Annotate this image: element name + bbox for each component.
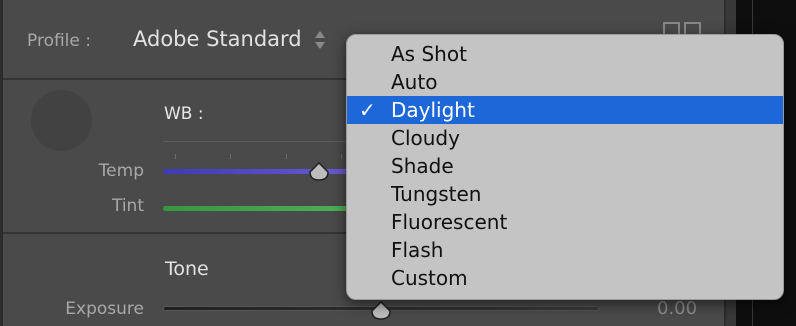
exposure-value[interactable]: 0.00 <box>657 298 697 319</box>
tone-label: Tone <box>165 258 209 280</box>
menu-item-label: Custom <box>391 266 468 290</box>
menu-item-as-shot[interactable]: As Shot <box>347 40 783 68</box>
menu-item-fluorescent[interactable]: Fluorescent <box>347 208 783 236</box>
exposure-slider-thumb[interactable] <box>370 301 392 321</box>
tint-slider-track[interactable] <box>163 206 353 211</box>
menu-item-flash[interactable]: Flash <box>347 236 783 264</box>
menu-item-custom[interactable]: Custom <box>347 264 783 292</box>
profile-label: Profile : <box>27 31 91 51</box>
menu-item-label: Cloudy <box>391 126 460 150</box>
checkmark-icon: ✓ <box>359 98 376 122</box>
menu-item-cloudy[interactable]: Cloudy <box>347 124 783 152</box>
temp-tick <box>341 154 342 159</box>
menu-item-label: Shade <box>391 154 454 178</box>
menu-item-tungsten[interactable]: Tungsten <box>347 180 783 208</box>
exposure-label: Exposure <box>65 299 144 319</box>
temp-slider-thumb[interactable] <box>308 162 330 182</box>
wb-label: WB : <box>164 104 204 124</box>
temp-label: Temp <box>98 161 144 181</box>
wb-preset-menu: As Shot Auto ✓ Daylight Cloudy Shade Tun… <box>346 34 784 300</box>
menu-item-label: Tungsten <box>391 182 482 206</box>
temp-tick <box>175 154 176 159</box>
tint-label: Tint <box>111 196 144 216</box>
menu-item-label: Fluorescent <box>391 210 508 234</box>
menu-item-auto[interactable]: Auto <box>347 68 783 96</box>
menu-item-shade[interactable]: Shade <box>347 152 783 180</box>
temp-tick <box>286 154 287 159</box>
menu-item-label: Flash <box>391 238 444 262</box>
temp-tick <box>230 154 231 159</box>
menu-item-label: As Shot <box>391 42 467 66</box>
wb-eyedropper-icon[interactable] <box>31 90 92 151</box>
menu-item-label: Auto <box>391 70 438 94</box>
develop-screen: Profile : Adobe Standard WB : Temp Tint … <box>0 0 796 326</box>
wb-divider <box>163 141 363 142</box>
up-down-arrows-icon[interactable] <box>313 28 327 52</box>
menu-item-label: Daylight <box>391 98 475 122</box>
menu-item-daylight[interactable]: ✓ Daylight <box>347 96 783 124</box>
profile-select[interactable]: Adobe Standard <box>133 27 302 51</box>
